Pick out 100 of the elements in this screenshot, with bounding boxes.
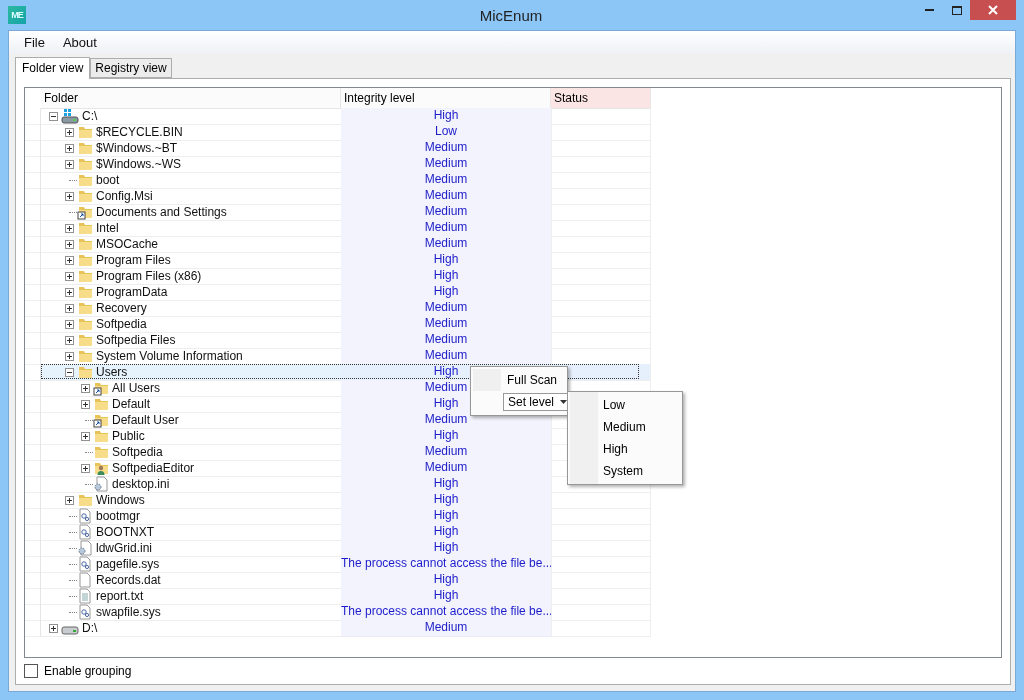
tree-item[interactable]: All Users [41, 380, 341, 397]
menu-item[interactable]: Medium [603, 416, 646, 438]
app-logo: ME [8, 6, 26, 24]
tree-item[interactable]: Recovery [41, 300, 341, 317]
tree-item[interactable]: D:\ [41, 620, 341, 637]
tree-item[interactable]: report.txt [41, 588, 341, 605]
tree-item[interactable]: Records.dat [41, 572, 341, 589]
row-header [25, 172, 41, 189]
expand-icon[interactable] [64, 335, 74, 345]
row-header [25, 588, 41, 605]
folder-name: ProgramData [96, 285, 168, 299]
tree-item[interactable]: Windows [41, 492, 341, 509]
expand-icon[interactable] [80, 463, 90, 473]
folder-name: swapfile.sys [96, 605, 161, 619]
collapse-icon[interactable] [64, 367, 74, 377]
tree-item[interactable]: C:\ [41, 108, 341, 125]
folder-icon [77, 492, 93, 508]
tree-item[interactable]: boot [41, 172, 341, 189]
checkbox[interactable] [24, 664, 38, 678]
tree-item[interactable]: Documents and Settings [41, 204, 341, 221]
tree-item[interactable]: Program Files [41, 252, 341, 269]
folder-name: Config.Msi [96, 189, 153, 203]
tree-item[interactable]: desktop.ini [41, 476, 341, 493]
window-title: MicEnum [479, 6, 543, 24]
expand-icon[interactable] [64, 271, 74, 281]
menu-item[interactable]: File [15, 34, 54, 50]
menu-item[interactable]: Low [603, 394, 625, 416]
tree-item[interactable]: Intel [41, 220, 341, 237]
menu-item[interactable]: High [603, 438, 628, 460]
tree-item[interactable]: bootmgr [41, 508, 341, 525]
expand-icon[interactable] [80, 383, 90, 393]
expand-icon[interactable] [64, 143, 74, 153]
expand-icon[interactable] [64, 319, 74, 329]
row-header [25, 268, 41, 285]
expand-icon[interactable] [64, 287, 74, 297]
menu-item[interactable]: System [603, 460, 643, 482]
tree-item[interactable]: BOOTNXT [41, 524, 341, 541]
column-header[interactable]: Folder [41, 88, 341, 109]
row-header [25, 284, 41, 301]
folder-shortcut-icon [93, 412, 109, 428]
system-file-icon [77, 508, 93, 524]
row-header [25, 140, 41, 157]
close-button[interactable] [970, 0, 1016, 20]
column-header[interactable]: Integrity level [341, 88, 551, 109]
expand-icon[interactable] [64, 303, 74, 313]
expand-icon[interactable] [64, 255, 74, 265]
row-header [25, 332, 41, 349]
checkbox-label: Enable grouping [44, 664, 132, 678]
settings-file-icon [93, 476, 109, 492]
expand-icon[interactable] [64, 191, 74, 201]
tree-item[interactable]: Softpedia [41, 444, 341, 461]
expand-icon[interactable] [64, 127, 74, 137]
expand-icon[interactable] [64, 351, 74, 361]
expand-icon[interactable] [80, 431, 90, 441]
tree-item[interactable]: MSOCache [41, 236, 341, 253]
expand-icon[interactable] [80, 399, 90, 409]
tree-item[interactable]: ldwGrid.ini [41, 540, 341, 557]
file-icon [77, 572, 93, 588]
tree-item[interactable]: Softpedia [41, 316, 341, 333]
tree-item[interactable]: $Windows.~WS [41, 156, 341, 173]
folder-icon [77, 300, 93, 316]
menu-item[interactable]: About [53, 34, 106, 50]
tree-item[interactable]: Config.Msi [41, 188, 341, 205]
tree-item[interactable]: Program Files (x86) [41, 268, 341, 285]
row-header [25, 540, 41, 557]
tree-item[interactable]: Public [41, 428, 341, 445]
folder-icon [77, 124, 93, 140]
row-header [25, 396, 41, 413]
row-header [25, 252, 41, 269]
column-header[interactable]: Status [551, 88, 651, 109]
tab[interactable]: Folder view [15, 57, 91, 79]
tree-item[interactable]: Default User [41, 412, 341, 429]
expand-icon[interactable] [64, 239, 74, 249]
tree-item[interactable]: Default [41, 396, 341, 413]
row-header [25, 236, 41, 253]
tree-item[interactable]: Softpedia Files [41, 332, 341, 349]
folder-name: Records.dat [96, 573, 161, 587]
tree-item[interactable]: swapfile.sys [41, 604, 341, 621]
tree-item[interactable]: pagefile.sys [41, 556, 341, 573]
expand-icon[interactable] [64, 495, 74, 505]
expand-icon[interactable] [48, 623, 58, 633]
folder-name: C:\ [82, 109, 98, 123]
folder-name: Windows [96, 493, 145, 507]
expand-icon[interactable] [64, 223, 74, 233]
tree-item[interactable]: ProgramData [41, 284, 341, 301]
folder-name: bootmgr [96, 509, 141, 523]
expand-icon[interactable] [64, 159, 74, 169]
folder-shortcut-icon [77, 204, 93, 220]
folder-icon [77, 156, 93, 172]
tree-item[interactable]: $Windows.~BT [41, 140, 341, 157]
collapse-icon[interactable] [48, 111, 58, 121]
tree-item[interactable]: $RECYCLE.BIN [41, 124, 341, 141]
folder-icon [77, 140, 93, 156]
tree-item[interactable]: SoftpediaEditor [41, 460, 341, 477]
tab[interactable]: Registry view [90, 58, 172, 78]
row-header [25, 108, 41, 125]
row-header [25, 460, 41, 477]
tree-item[interactable]: Users [41, 364, 341, 381]
folder-name: MSOCache [96, 237, 159, 251]
row-header [25, 604, 41, 621]
